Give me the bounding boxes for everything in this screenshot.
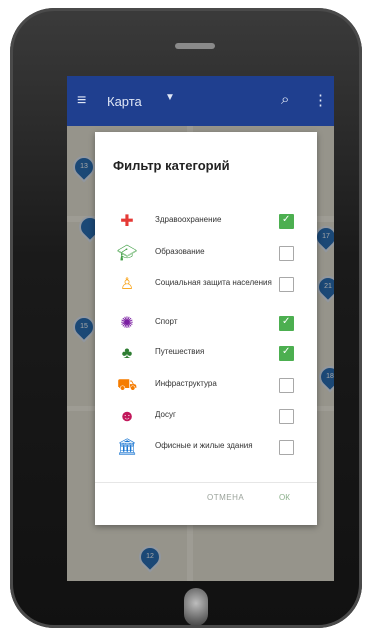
category-checkbox[interactable] — [279, 346, 294, 361]
category-filter-dialog: Фильтр категорий ✚ Здравоохранение 🎓︎ Об… — [95, 132, 317, 525]
category-checkbox[interactable] — [279, 440, 294, 455]
category-checkbox[interactable] — [279, 378, 294, 393]
speaker-grille — [175, 43, 215, 49]
cancel-button[interactable]: ОТМЕНА — [207, 493, 244, 502]
more-icon[interactable]: ⋮ — [313, 91, 328, 109]
search-icon[interactable]: ⌕ — [281, 91, 289, 108]
sport-ball-icon: ✺ — [120, 315, 134, 332]
building-icon: 🏛︎ — [117, 439, 138, 456]
category-checkbox[interactable] — [279, 214, 294, 229]
education-cap-icon: 🎓︎ — [117, 245, 138, 262]
category-checkbox[interactable] — [279, 246, 294, 261]
category-label: Путешествия — [155, 347, 205, 356]
tablet-device-frame: 13 15 17 21 18 12 ≡ Карта ▼ ⌕ ⋮ Фильтр к… — [10, 8, 362, 628]
category-label: Досуг — [155, 410, 176, 419]
category-label: Инфраструктура — [155, 379, 217, 388]
cart-icon: ⛟ — [117, 377, 138, 394]
app-bar: ≡ Карта ▼ ⌕ ⋮ — [67, 76, 334, 126]
category-checkbox[interactable] — [279, 409, 294, 424]
menu-icon[interactable]: ≡ — [77, 92, 86, 110]
category-checkbox[interactable] — [279, 316, 294, 331]
theater-masks-icon: ☻ — [118, 408, 136, 425]
app-title[interactable]: Карта — [107, 94, 142, 109]
people-icon: ♙ — [119, 276, 135, 293]
category-label: Офисные и жилые здания — [155, 441, 253, 450]
category-label: Здравоохранение — [155, 215, 222, 224]
category-label: Социальная защита населения — [155, 278, 272, 287]
category-label: Образование — [155, 247, 205, 256]
palm-tree-icon: ♣ — [121, 345, 133, 362]
caret-down-icon[interactable]: ▼ — [165, 92, 175, 103]
dialog-divider — [95, 482, 317, 483]
ok-button[interactable]: ОК — [279, 493, 290, 502]
dialog-title: Фильтр категорий — [113, 158, 230, 173]
health-cross-icon: ✚ — [120, 213, 134, 230]
home-button[interactable] — [184, 588, 208, 626]
category-label: Спорт — [155, 317, 178, 326]
category-checkbox[interactable] — [279, 277, 294, 292]
app-screen: 13 15 17 21 18 12 ≡ Карта ▼ ⌕ ⋮ Фильтр к… — [67, 76, 334, 581]
